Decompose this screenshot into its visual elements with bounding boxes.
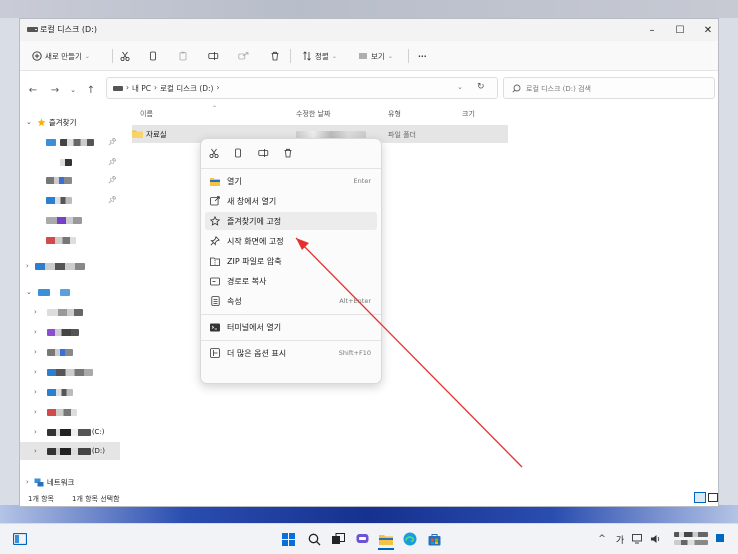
search-icon[interactable] <box>306 531 322 547</box>
blurred-date <box>674 540 708 545</box>
taskbar: ^ 가 <box>0 523 738 554</box>
widgets-icon[interactable] <box>12 531 28 547</box>
windows-start-icon[interactable] <box>280 531 296 547</box>
edge-browser-icon[interactable] <box>402 531 418 547</box>
volume-tray-icon[interactable] <box>648 531 664 547</box>
clock-tray[interactable] <box>674 532 710 546</box>
file-explorer-taskbar-icon[interactable] <box>378 531 394 550</box>
annotation-arrow <box>295 237 523 468</box>
task-view-icon[interactable] <box>330 531 346 547</box>
blurred-time <box>674 532 708 537</box>
chevron-up-icon[interactable]: ^ <box>594 531 610 547</box>
notification-badge[interactable] <box>716 534 724 542</box>
store-icon[interactable] <box>426 531 442 547</box>
ime-language-indicator[interactable]: 가 <box>612 531 628 547</box>
network-tray-icon[interactable] <box>630 531 646 547</box>
chat-icon[interactable] <box>354 531 370 547</box>
